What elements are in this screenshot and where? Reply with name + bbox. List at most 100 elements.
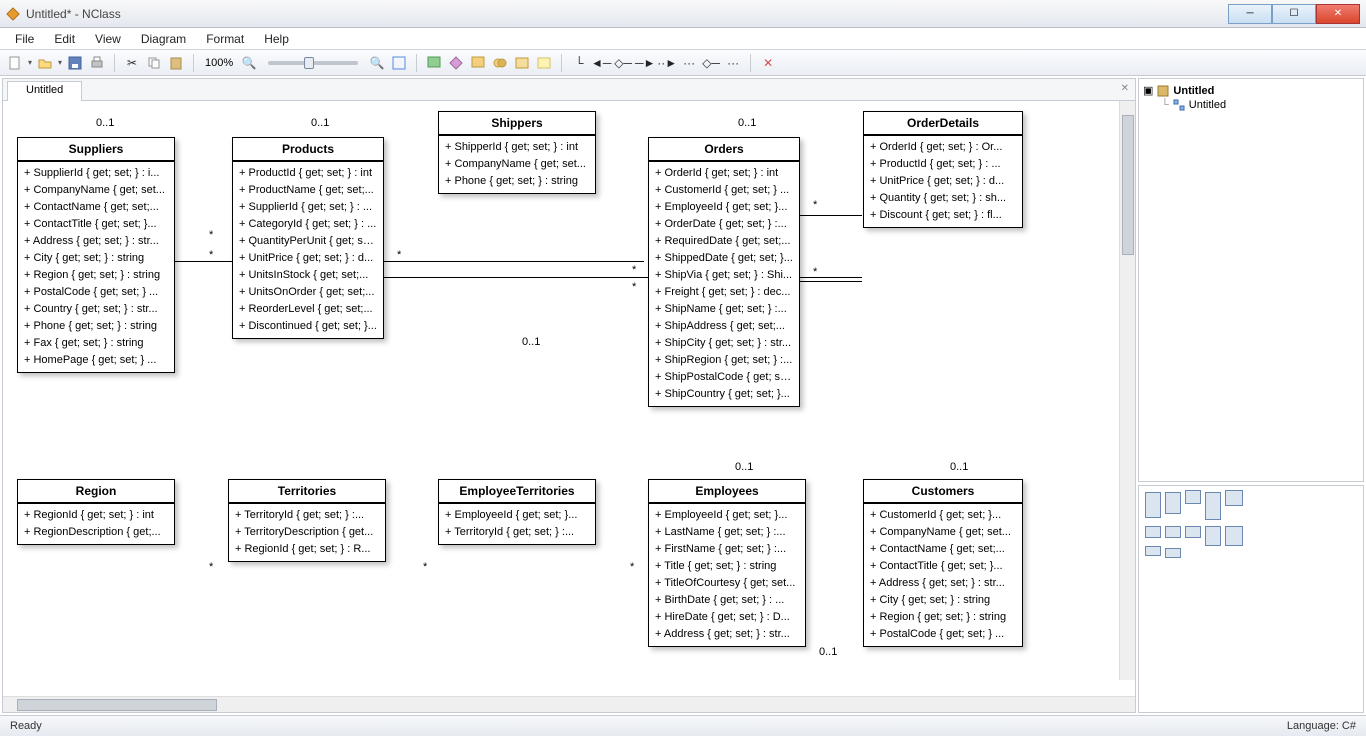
class-member: + Address { get; set; } : str... <box>655 626 799 643</box>
save-icon[interactable] <box>66 54 84 72</box>
class-member: + ContactName { get; set;... <box>24 199 168 216</box>
zoom-in-icon[interactable]: 🔍 <box>368 54 386 72</box>
class-member: + Address { get; set; } : str... <box>870 575 1016 592</box>
multiplicity-star: * <box>632 281 636 293</box>
class-body: + CustomerId { get; set; }...+ CompanyNa… <box>864 504 1022 646</box>
conn-compose-icon[interactable]: ─► <box>636 54 654 72</box>
class-customers[interactable]: Customers + CustomerId { get; set; }...+… <box>863 479 1023 647</box>
tool-enum-icon[interactable] <box>491 54 509 72</box>
open-icon[interactable] <box>36 54 54 72</box>
tab-close-icon[interactable]: ✕ <box>1121 83 1129 94</box>
class-member: + ShipVia { get; set; } : Shi... <box>655 267 793 284</box>
conn-aggreg-icon[interactable]: ◇─ <box>614 54 632 72</box>
class-territories[interactable]: Territories + TerritoryId { get; set; } … <box>228 479 386 562</box>
minimap[interactable] <box>1138 485 1364 713</box>
class-orders[interactable]: Orders + OrderId { get; set; } : int+ Cu… <box>648 137 800 407</box>
class-member: + RegionId { get; set; } : int <box>24 507 168 524</box>
tree-child-label: Untitled <box>1189 99 1226 111</box>
tool-class-icon[interactable] <box>425 54 443 72</box>
toolbar: ▾ ▾ ✂ 100% 🔍 🔍 └ ◄─ ◇─ ─► ··► ··· ◇─ ···… <box>0 50 1366 76</box>
zoom-slider[interactable] <box>268 61 358 65</box>
class-member: + RegionDescription { get;... <box>24 524 168 541</box>
new-icon[interactable] <box>6 54 24 72</box>
class-member: + UnitPrice { get; set; } : d... <box>239 250 377 267</box>
class-member: + PostalCode { get; set; } ... <box>870 626 1016 643</box>
class-member: + CompanyName { get; set... <box>870 524 1016 541</box>
separator <box>193 54 194 72</box>
multiplicity-star: * <box>209 249 213 261</box>
diagram-canvas[interactable]: 0..1 0..1 0..1 0..1 0..1 0..1 0..1 * * *… <box>3 101 1135 696</box>
connector-line <box>174 261 232 262</box>
window-titlebar: Untitled* - NClass ─ ☐ ✕ <box>0 0 1366 28</box>
menu-help[interactable]: Help <box>255 30 298 48</box>
app-icon <box>6 7 20 21</box>
connector-line <box>384 261 644 262</box>
class-shippers[interactable]: Shippers + ShipperId { get; set; } : int… <box>438 111 596 194</box>
tree-root[interactable]: ▣ Untitled <box>1143 83 1359 98</box>
class-header: Customers <box>864 480 1022 503</box>
delete-icon[interactable]: ✕ <box>759 54 777 72</box>
class-suppliers[interactable]: Suppliers + SupplierId { get; set; } : i… <box>17 137 175 373</box>
menu-view[interactable]: View <box>86 30 130 48</box>
menubar: File Edit View Diagram Format Help <box>0 28 1366 50</box>
menu-edit[interactable]: Edit <box>45 30 84 48</box>
class-body: + SupplierId { get; set; } : i...+ Compa… <box>18 162 174 372</box>
conn-assoc-icon[interactable]: └ <box>570 54 588 72</box>
conn-direct-icon[interactable]: ◄─ <box>592 54 610 72</box>
class-member: + TerritoryDescription { get... <box>235 524 379 541</box>
class-member: + ShippedDate { get; set; }... <box>655 250 793 267</box>
class-member: + ContactName { get; set;... <box>870 541 1016 558</box>
vertical-scrollbar[interactable] <box>1119 101 1135 680</box>
class-member: + BirthDate { get; set; } : ... <box>655 592 799 609</box>
tree-root-label: Untitled <box>1173 85 1214 97</box>
close-button[interactable]: ✕ <box>1316 4 1360 24</box>
class-member: + CustomerId { get; set; } ... <box>655 182 793 199</box>
project-tree[interactable]: ▣ Untitled └ Untitled <box>1138 78 1364 482</box>
tree-child[interactable]: └ Untitled <box>1161 98 1359 112</box>
class-member: + City { get; set; } : string <box>24 250 168 267</box>
class-header: OrderDetails <box>864 112 1022 135</box>
class-member: + Region { get; set; } : string <box>870 609 1016 626</box>
cut-icon[interactable]: ✂ <box>123 54 141 72</box>
project-icon <box>1157 85 1169 97</box>
menu-file[interactable]: File <box>6 30 43 48</box>
conn-nest-icon[interactable]: ··· <box>724 54 742 72</box>
class-body: + EmployeeId { get; set; }...+ LastName … <box>649 504 805 646</box>
zoom-out-icon[interactable]: 🔍 <box>240 54 258 72</box>
tool-delegate-icon[interactable] <box>513 54 531 72</box>
class-employee-territories[interactable]: EmployeeTerritories + EmployeeId { get; … <box>438 479 596 545</box>
class-member: + Fax { get; set; } : string <box>24 335 168 352</box>
horizontal-scrollbar[interactable] <box>3 696 1135 712</box>
minimize-button[interactable]: ─ <box>1228 4 1272 24</box>
class-member: + ReorderLevel { get; set;... <box>239 301 377 318</box>
separator <box>750 54 751 72</box>
menu-diagram[interactable]: Diagram <box>132 30 195 48</box>
multiplicity-star: * <box>813 266 817 278</box>
class-header: Products <box>233 138 383 161</box>
copy-icon[interactable] <box>145 54 163 72</box>
fit-icon[interactable] <box>390 54 408 72</box>
tool-interface-icon[interactable] <box>447 54 465 72</box>
conn-general-icon[interactable]: ··► <box>658 54 676 72</box>
maximize-button[interactable]: ☐ <box>1272 4 1316 24</box>
menu-format[interactable]: Format <box>197 30 253 48</box>
expand-icon[interactable]: ▣ <box>1143 84 1153 97</box>
class-products[interactable]: Products + ProductId { get; set; } : int… <box>232 137 384 339</box>
class-region[interactable]: Region + RegionId { get; set; } : int+ R… <box>17 479 175 545</box>
class-employees[interactable]: Employees + EmployeeId { get; set; }...+… <box>648 479 806 647</box>
class-header: Orders <box>649 138 799 161</box>
tool-comment-icon[interactable] <box>535 54 553 72</box>
class-orderdetails[interactable]: OrderDetails + OrderId { get; set; } : O… <box>863 111 1023 228</box>
print-icon[interactable] <box>88 54 106 72</box>
window-title: Untitled* - NClass <box>26 7 1228 21</box>
statusbar: Ready Language: C# <box>0 715 1366 736</box>
paste-icon[interactable] <box>167 54 185 72</box>
conn-depend-icon[interactable]: ◇─ <box>702 54 720 72</box>
tool-struct-icon[interactable] <box>469 54 487 72</box>
tab-untitled[interactable]: Untitled <box>7 81 82 101</box>
class-member: + CompanyName { get; set... <box>24 182 168 199</box>
class-member: + ContactTitle { get; set; }... <box>870 558 1016 575</box>
conn-realize-icon[interactable]: ··· <box>680 54 698 72</box>
tabstrip: Untitled ✕ <box>3 79 1135 101</box>
class-member: + SupplierId { get; set; } : ... <box>239 199 377 216</box>
